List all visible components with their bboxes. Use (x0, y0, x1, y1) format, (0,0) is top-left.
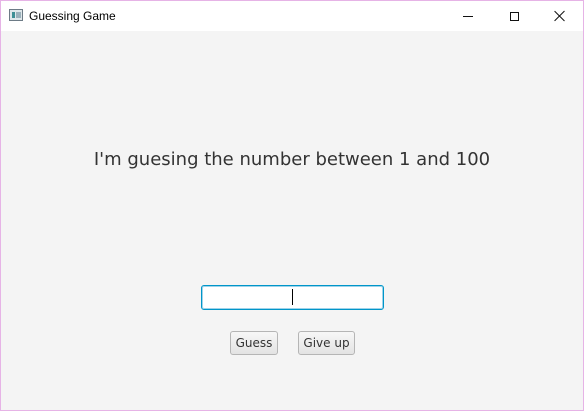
text-caret (292, 289, 293, 305)
app-window: Guessing Game I'm guesing the number bet… (0, 0, 584, 411)
window-title: Guessing Game (29, 9, 116, 23)
game-prompt: I'm guesing the number between 1 and 100 (93, 149, 491, 170)
close-icon (554, 10, 566, 22)
close-button[interactable] (537, 1, 583, 31)
give-up-button[interactable]: Give up (298, 331, 355, 355)
window-app-icon (9, 9, 23, 21)
minimize-button[interactable] (445, 1, 491, 31)
maximize-icon (509, 11, 519, 21)
maximize-button[interactable] (491, 1, 537, 31)
title-bar[interactable]: Guessing Game (1, 1, 583, 31)
minimize-icon (463, 15, 473, 17)
guess-button[interactable]: Guess (230, 331, 278, 355)
